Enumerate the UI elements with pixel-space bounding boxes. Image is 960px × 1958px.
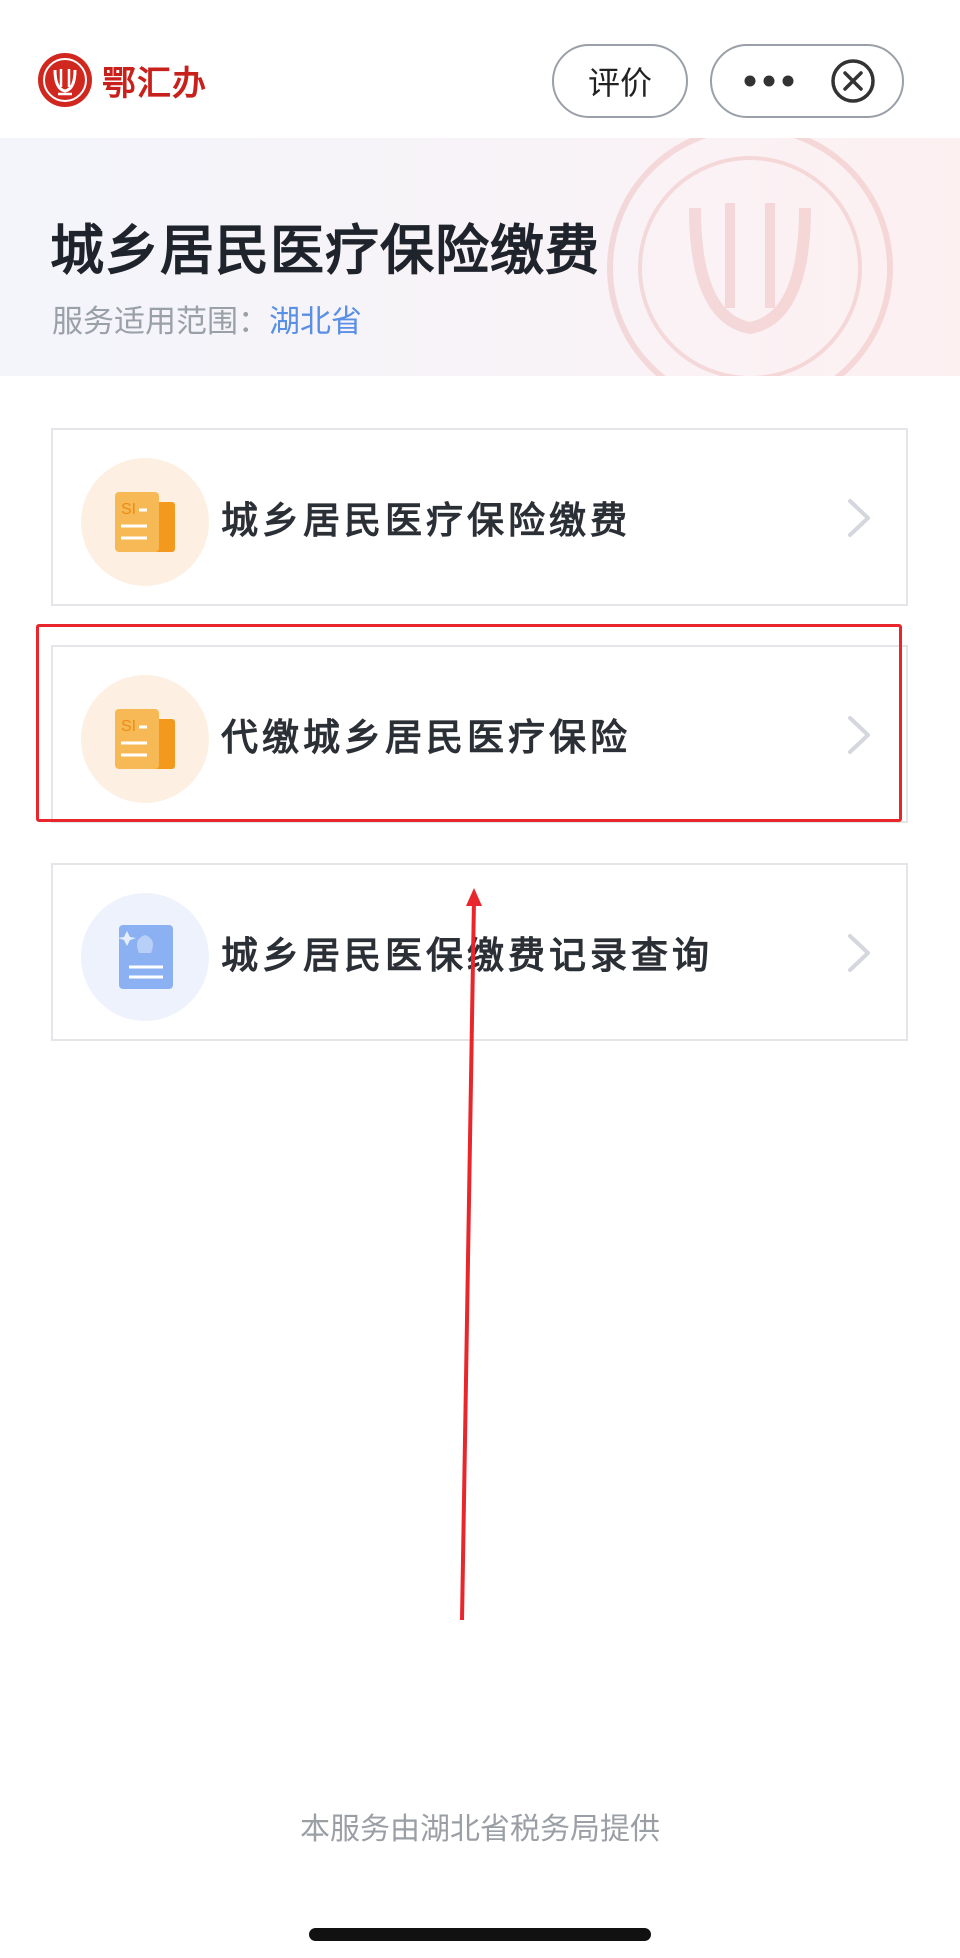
- service-header-banner: 城乡居民医疗保险缴费 服务适用范围：湖北省: [0, 138, 960, 376]
- footer-provider-note: 本服务由湖北省税务局提供: [300, 1812, 660, 1847]
- brand-logo-icon: [38, 53, 92, 107]
- rate-button[interactable]: 评价: [552, 44, 688, 118]
- scope-label: 服务适用范围：: [52, 304, 269, 340]
- scope-value: 湖北省: [269, 304, 362, 340]
- record-query-icon: [81, 893, 209, 1021]
- service-label: 城乡居民医疗保险缴费: [221, 499, 631, 542]
- service-label: 城乡居民医保缴费记录查询: [221, 934, 713, 977]
- home-indicator[interactable]: [309, 1928, 651, 1941]
- service-card-payment-record-query[interactable]: 城乡居民医保缴费记录查询: [51, 863, 908, 1041]
- chevron-right-icon: [848, 499, 870, 537]
- service-scope: 服务适用范围：湖北省: [52, 296, 362, 341]
- more-options-icon[interactable]: [734, 46, 804, 116]
- si-icon-text: SI: [121, 501, 136, 518]
- mini-program-capsule: [710, 44, 904, 118]
- emblem-watermark-icon: [607, 138, 893, 376]
- document-si-icon: SI: [81, 458, 209, 586]
- chevron-right-icon: [848, 934, 870, 972]
- annotation-highlight-box: [36, 624, 902, 822]
- close-icon[interactable]: [830, 58, 876, 104]
- page-title: 城乡居民医疗保险缴费: [50, 219, 600, 282]
- service-card-resident-medical-insurance-payment[interactable]: SI 城乡居民医疗保险缴费: [51, 428, 908, 606]
- brand: 鄂汇办: [38, 52, 207, 108]
- brand-name: 鄂汇办: [102, 63, 207, 104]
- mini-program-top-bar: 鄂汇办 评价: [0, 0, 960, 138]
